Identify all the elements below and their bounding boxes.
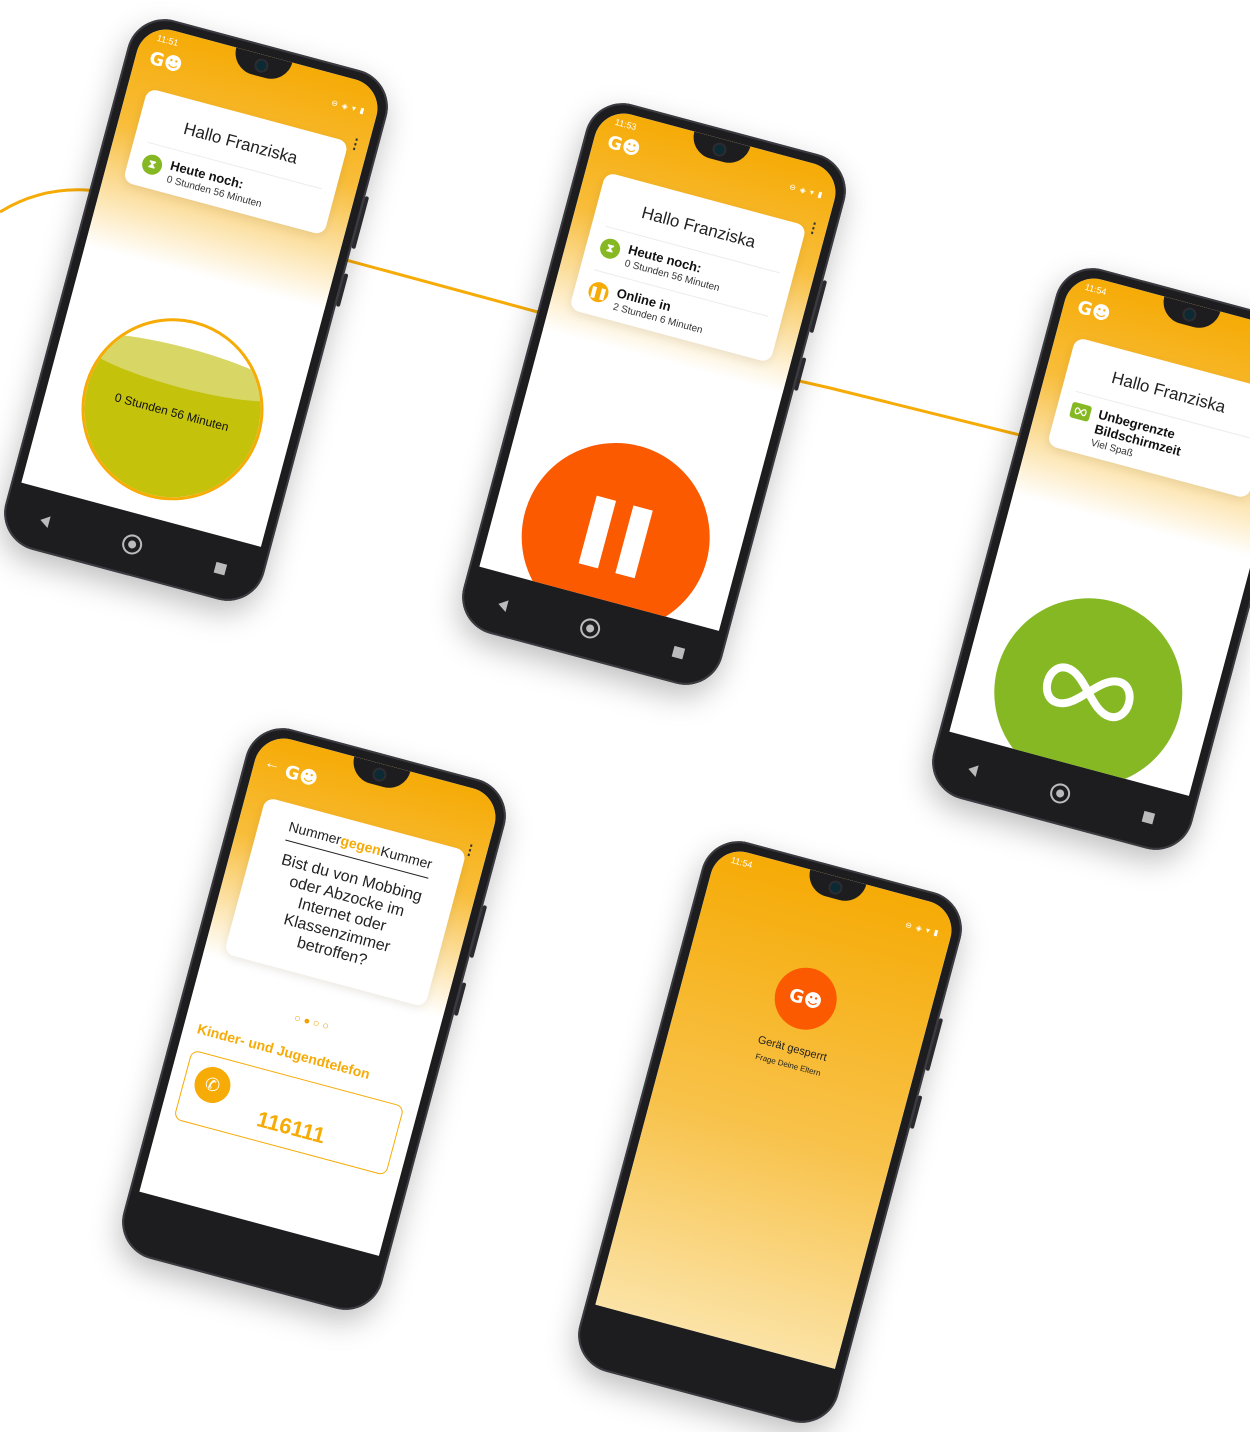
infinity-small-icon	[1068, 401, 1093, 423]
hourglass-icon: ⧗	[139, 152, 165, 177]
back-nav-icon[interactable]	[38, 514, 51, 528]
home-nav-icon[interactable]	[119, 532, 145, 557]
home-nav-icon[interactable]	[577, 616, 603, 641]
phone-icon: ✆	[190, 1062, 235, 1108]
home-nav-icon[interactable]	[1047, 781, 1073, 806]
hourglass-icon: ⧗	[597, 236, 623, 261]
recents-nav-icon[interactable]	[213, 561, 228, 575]
camera-icon	[1183, 308, 1196, 321]
back-nav-icon[interactable]	[496, 598, 509, 612]
pause-small-icon: ❚❚	[586, 279, 611, 305]
infinity-icon	[1043, 663, 1134, 722]
camera-icon	[255, 59, 268, 72]
camera-icon	[713, 143, 726, 156]
timer-circle[interactable]: 0 Stunden 56 Minuten	[61, 297, 284, 521]
recents-nav-icon[interactable]	[1141, 810, 1156, 824]
camera-icon	[829, 881, 842, 894]
back-nav-icon[interactable]	[966, 763, 979, 777]
pause-icon	[578, 495, 617, 569]
recents-nav-icon[interactable]	[671, 645, 686, 659]
camera-icon	[373, 768, 386, 781]
